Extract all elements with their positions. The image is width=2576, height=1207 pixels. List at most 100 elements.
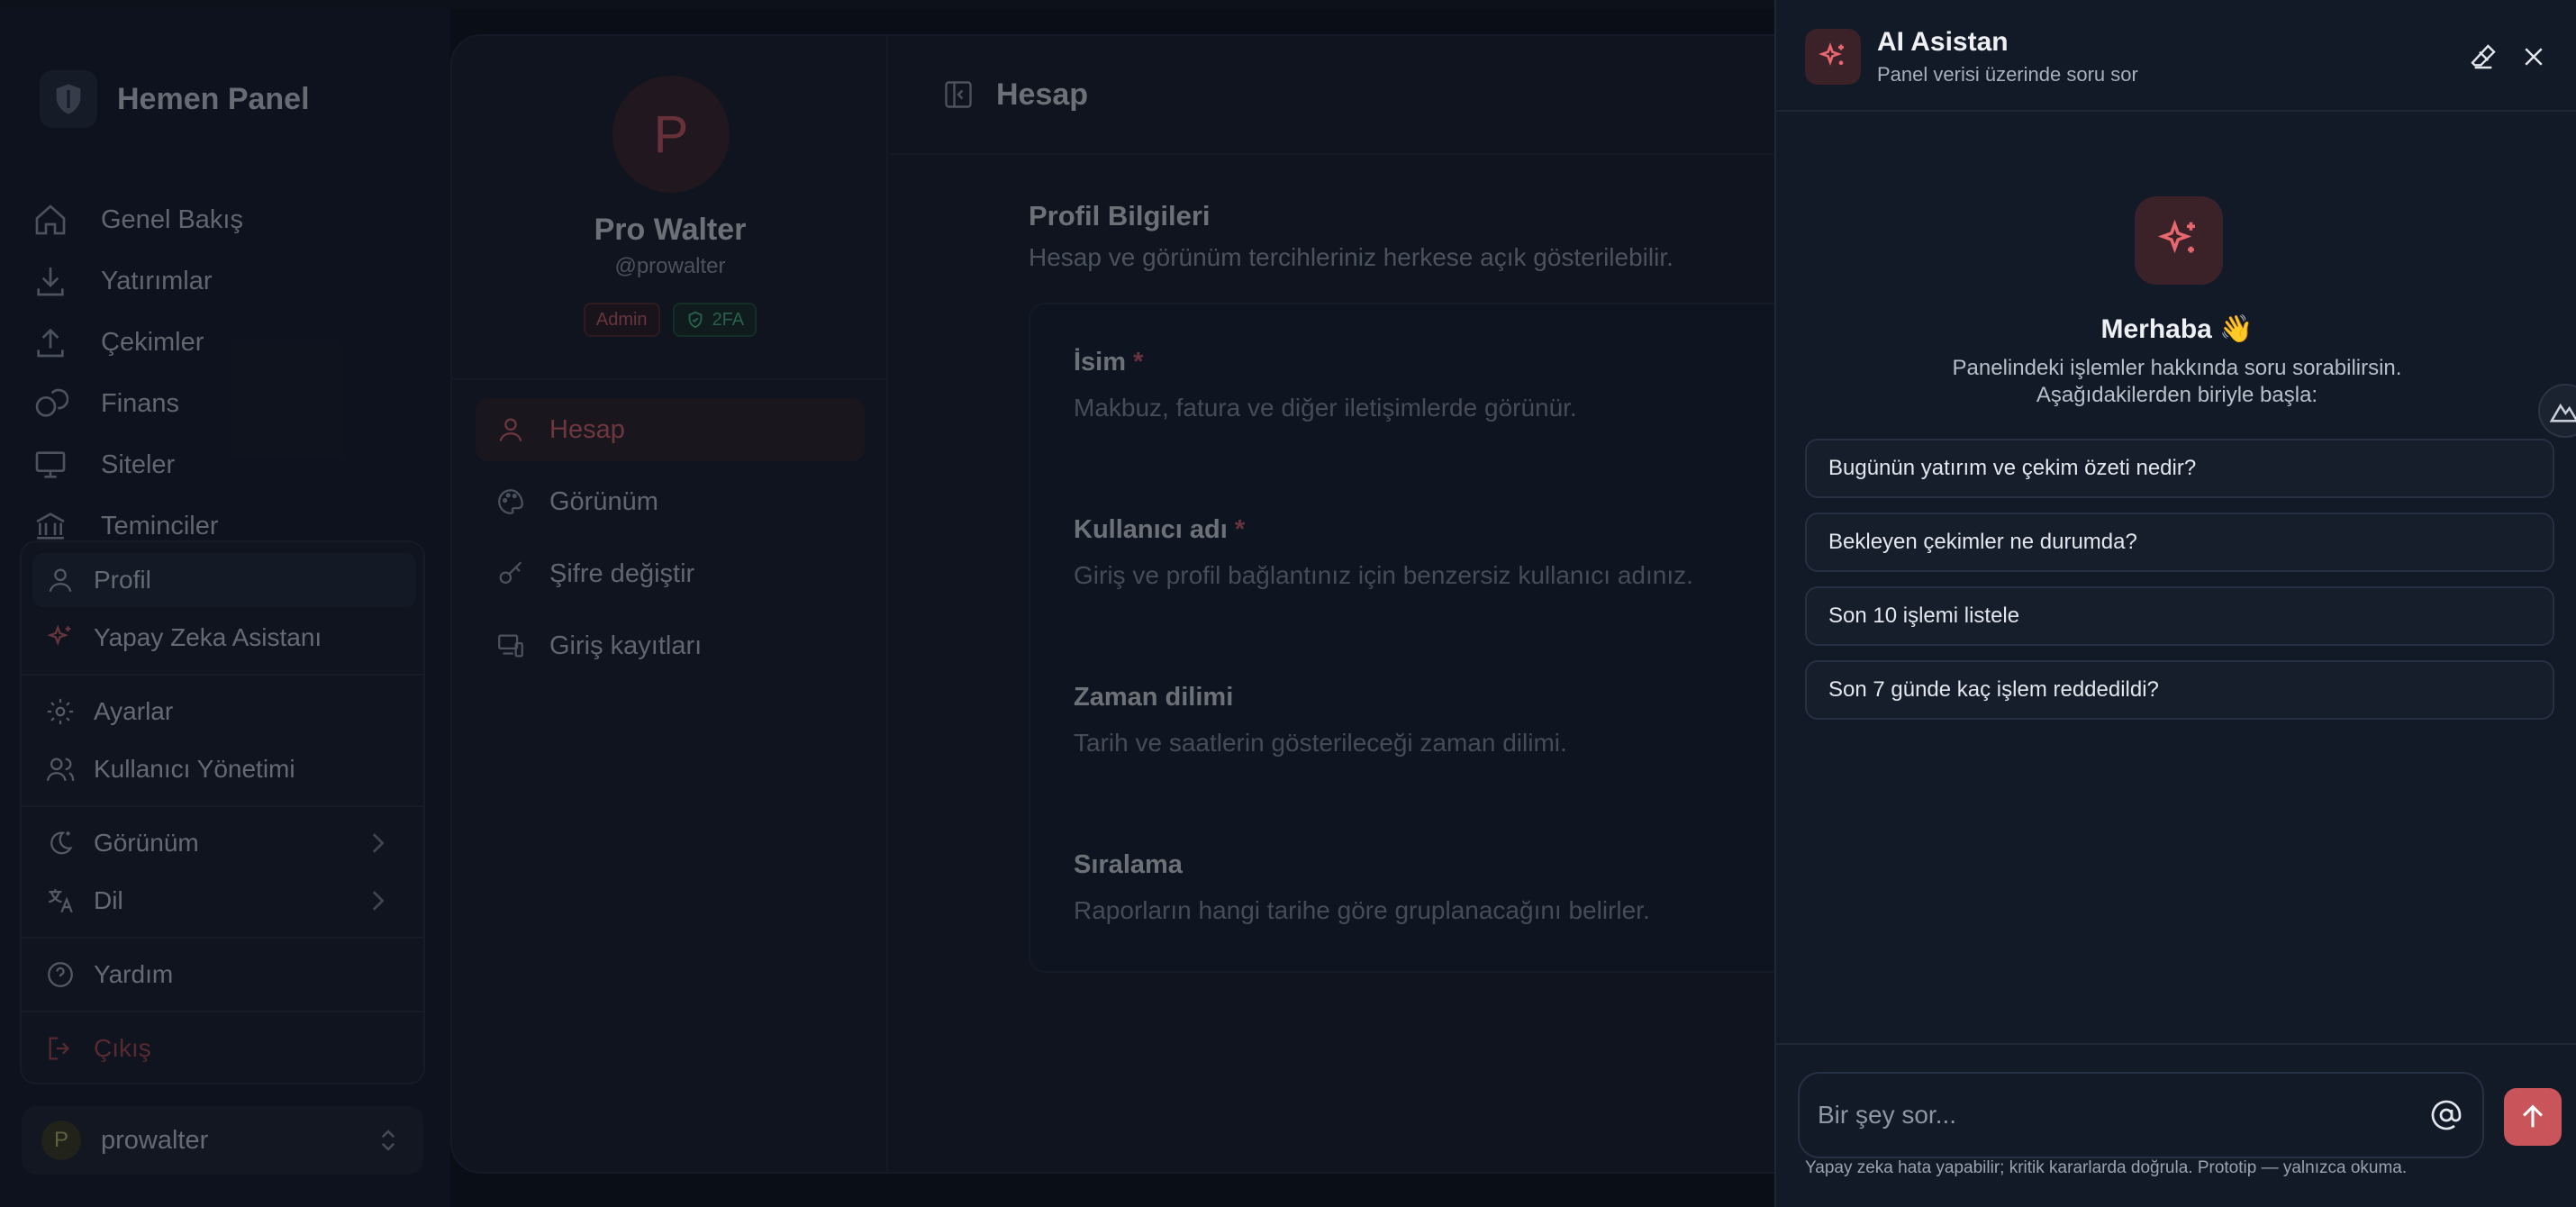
menu-item-appearance[interactable]: Görünüm — [32, 816, 416, 870]
palette-icon — [498, 489, 523, 514]
account-subnav: Hesap Görünüm Şifre değiştir Giriş kayıt… — [476, 398, 865, 686]
users-icon — [46, 758, 75, 782]
field-label: İsim — [1074, 348, 1127, 377]
subnav-label: Giriş kayıtları — [549, 631, 703, 660]
menu-item-label: Görünüm — [94, 829, 199, 857]
greeting: Merhaba 👋 — [2100, 314, 2254, 344]
profile-column: P Pro Walter @prowalter Admin 2FA Hesap … — [452, 36, 888, 1172]
user-switcher[interactable]: P prowalter — [22, 1106, 423, 1175]
ai-composer: Bir şey sor... Yapay zeka hata yapabilir… — [1776, 1043, 2576, 1207]
menu-divider — [22, 674, 423, 676]
logout-icon — [49, 1037, 70, 1060]
sidebar-nav: Genel Bakış Yatırımlar Çekimler Finans S… — [32, 189, 429, 557]
menu-divider — [22, 805, 423, 807]
sidebar-item-siteler[interactable]: Siteler — [32, 434, 429, 495]
field-label: Kullanıcı adı — [1074, 515, 1228, 544]
sidebar-toggle-icon[interactable] — [942, 78, 975, 111]
subnav-label: Hesap — [549, 414, 625, 444]
sidebar-item-genel-bakis[interactable]: Genel Bakış — [32, 189, 429, 250]
menu-item-ai-assistant[interactable]: Yapay Zeka Asistanı — [32, 611, 416, 665]
profile-name: Pro Walter — [594, 213, 747, 247]
home-icon — [35, 204, 66, 235]
subnav-item-sifre[interactable]: Şifre değiştir — [476, 542, 865, 605]
brand-name: Hemen Panel — [117, 81, 310, 116]
download-icon — [37, 268, 64, 296]
suggestion-chip[interactable]: Son 10 işlemi listele — [1805, 586, 2554, 646]
menu-item-logout[interactable]: Çıkış — [32, 1021, 416, 1075]
field-description: Raporların hangi tarihe göre gruplanacağ… — [1074, 896, 1650, 924]
ai-panel-title: AI Asistan — [1877, 27, 2009, 57]
suggestion-chip[interactable]: Son 7 günde kaç işlem reddedildi? — [1805, 660, 2554, 720]
field-sorting: Sıralama Raporların hangi tarihe göre gr… — [1074, 850, 1650, 925]
menu-item-label: Profil — [94, 566, 151, 594]
chat-input[interactable]: Bir şey sor... — [1798, 1072, 2484, 1158]
sidebar-item-label: Yatırımlar — [101, 266, 213, 295]
menu-item-help[interactable]: Yardım — [32, 948, 416, 1002]
sidebar-item-label: Genel Bakış — [101, 204, 243, 234]
field-username: Kullanıcı adı * Giriş ve profil bağlantı… — [1074, 515, 1693, 590]
required-marker: * — [1133, 348, 1144, 377]
sidebar-item-label: Teminciler — [101, 511, 219, 540]
subnav-item-gorunum[interactable]: Görünüm — [476, 470, 865, 533]
section-description: Hesap ve görünüm tercihleriniz herkese a… — [1029, 243, 1673, 271]
shield-check-icon — [688, 311, 702, 329]
field-description: Tarih ve saatlerin gösterileceği zaman d… — [1074, 729, 1567, 757]
suggestion-chip[interactable]: Bugünün yatırım ve çekim özeti nedir? — [1805, 439, 2554, 498]
field-label: Sıralama — [1074, 850, 1183, 879]
menu-divider — [22, 1011, 423, 1012]
sparkles-icon — [1805, 29, 1861, 85]
sidebar-item-yatirimlar[interactable]: Yatırımlar — [32, 250, 429, 312]
subnav-item-hesap[interactable]: Hesap — [476, 398, 865, 461]
menu-item-label: Çıkış — [94, 1034, 151, 1062]
menu-item-user-management[interactable]: Kullanıcı Yönetimi — [32, 742, 416, 796]
greeting-line: Panelindeki işlemler hakkında soru sorab… — [1952, 356, 2402, 380]
field-description: Makbuz, fatura ve diğer iletişimlerde gö… — [1074, 394, 1577, 422]
field-name: İsim * Makbuz, fatura ve diğer iletişiml… — [1074, 348, 1577, 422]
chevron-right-icon — [372, 833, 385, 853]
gear-icon — [47, 698, 74, 725]
menu-item-label: Ayarlar — [94, 697, 174, 725]
chevron-up-down-icon — [381, 1130, 395, 1151]
profile-avatar: P — [612, 76, 730, 193]
close-button[interactable] — [2518, 41, 2549, 72]
ai-panel-header: AI Asistan Panel verisi üzerinde soru so… — [1776, 0, 2576, 112]
menu-item-profile[interactable]: Profil — [32, 553, 416, 607]
brand[interactable]: Hemen Panel — [40, 70, 310, 128]
sidebar-item-finans[interactable]: Finans — [32, 373, 429, 434]
sidebar-item-cekimler[interactable]: Çekimler — [32, 312, 429, 373]
devices-icon — [498, 634, 523, 658]
page-title: Hesap — [996, 77, 1089, 112]
menu-item-label: Kullanıcı Yönetimi — [94, 755, 295, 783]
greeting-description: Panelindeki işlemler hakkında soru sorab… — [1776, 355, 2576, 409]
translate-icon — [48, 889, 73, 913]
arrow-up-icon — [2522, 1104, 2544, 1128]
ai-disclaimer: Yapay zeka hata yapabilir; kritik kararl… — [1805, 1158, 2408, 1177]
twofa-label: 2FA — [712, 309, 745, 330]
chat-input-placeholder: Bir şey sor... — [1818, 1101, 1957, 1129]
sidebar: Hemen Panel Genel Bakış Yatırımlar Çekim… — [0, 9, 450, 1207]
field-timezone: Zaman dilimi Tarih ve saatlerin gösteril… — [1074, 683, 1567, 758]
sidebar-item-label: Çekimler — [101, 327, 204, 357]
profile-handle: @prowalter — [614, 254, 726, 278]
mention-icon[interactable] — [2430, 1099, 2463, 1131]
username: prowalter — [101, 1125, 209, 1155]
menu-item-settings[interactable]: Ayarlar — [32, 685, 416, 739]
field-label: Zaman dilimi — [1074, 683, 1234, 712]
clear-chat-button[interactable] — [2468, 41, 2499, 72]
menu-item-language[interactable]: Dil — [32, 874, 416, 928]
theme-icon — [50, 831, 73, 855]
menu-item-label: Yardım — [94, 960, 174, 988]
required-marker: * — [1234, 515, 1246, 544]
subnav-label: Şifre değiştir — [549, 558, 695, 588]
send-button[interactable] — [2504, 1088, 2562, 1146]
ai-assistant-panel: AI Asistan Panel verisi üzerinde soru so… — [1774, 0, 2576, 1207]
subnav-item-giris-kayitlari[interactable]: Giriş kayıtları — [476, 614, 865, 677]
sparkles-icon — [2135, 196, 2223, 285]
section-title: Profil Bilgileri — [1029, 200, 1211, 231]
profile-badges: Admin 2FA — [452, 303, 888, 337]
suggestion-chip[interactable]: Bekleyen çekimler ne durumda? — [1805, 513, 2554, 572]
greeting-line: Aşağıdakilerden biriyle başla: — [2036, 383, 2318, 407]
sparkles-icon — [47, 624, 71, 646]
monitor-icon — [35, 451, 66, 478]
chevron-right-icon — [372, 891, 385, 911]
